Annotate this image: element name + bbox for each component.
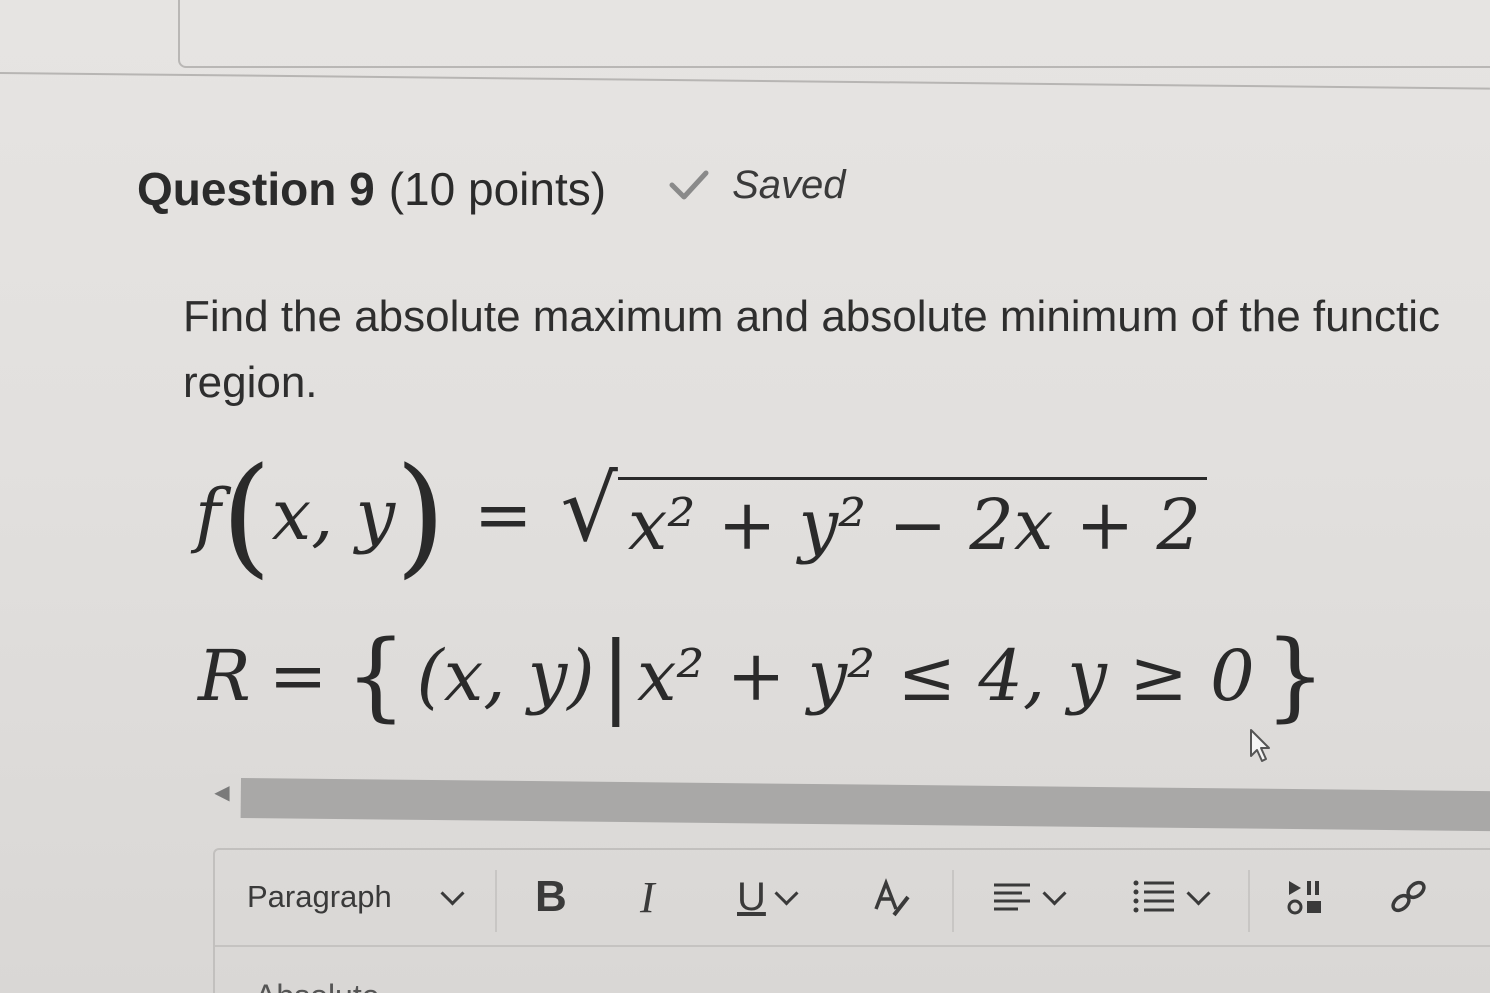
question-prompt: Find the absolute maximum and absolute m… [183,284,1490,416]
toolbar-separator [1248,870,1250,932]
font-color-icon [874,878,910,917]
bold-button[interactable]: B [535,872,567,922]
saved-status: Saved [666,163,845,208]
quiz-page: Question 9 (10 points) Saved Find the ab… [0,0,1490,993]
prompt-line-1: Find the absolute maximum and absolute m… [183,292,1441,341]
chevron-down-icon [1042,880,1067,906]
link-button[interactable] [1385,872,1433,922]
open-paren: ( [220,439,272,591]
function-equation: f ( x, y ) = √ x² + y² − 2x + 2 [195,439,1208,591]
close-brace: } [1264,620,1326,732]
region-definition: R = { (x, y) | x² + y² ≤ 4, y ≥ 0 } [198,628,1326,724]
region-point: (x, y) [416,635,595,717]
close-paren: ) [395,439,446,591]
checkmark-icon [669,170,709,200]
prompt-line-2: region. [183,358,318,407]
question-title: Question 9 [137,163,375,215]
chevron-down-icon [774,880,799,906]
scroll-left-arrow-icon[interactable]: ◀ [205,774,239,810]
list-icon [1133,880,1174,913]
region-name: R [198,635,251,717]
mouse-cursor-icon [1250,729,1270,762]
function-name: f [195,474,221,556]
scrollbar-thumb[interactable] [240,778,1490,832]
question-points: (10 points) [388,163,607,215]
equals-sign: = [473,474,533,556]
italic-button[interactable]: I [640,872,655,922]
media-icon [1287,881,1321,915]
media-button[interactable] [1285,872,1329,922]
rich-text-editor[interactable]: Paragraph B I U [213,848,1490,993]
previous-answer-box [178,0,1490,68]
link-icon [1391,880,1426,913]
chevron-down-icon [1186,880,1211,906]
paragraph-label: Paragraph [247,879,392,914]
function-args: x, y [271,474,396,556]
chevron-down-icon [440,880,465,906]
list-button[interactable] [1130,872,1211,922]
editor-content[interactable]: Absolute... [255,978,406,993]
toolbar-separator [495,870,497,932]
open-brace: { [345,620,407,732]
font-color-button[interactable] [870,872,914,922]
editor-toolbar: Paragraph B I U [215,850,1490,947]
underline-button[interactable]: U [737,872,799,922]
region-equals: = [268,635,328,717]
saved-label: Saved [732,162,846,207]
radicand: x² + y² − 2x + 2 [617,476,1208,566]
horizontal-scrollbar[interactable]: ◀ [205,774,1490,832]
question-divider [0,72,1490,90]
toolbar-separator [952,870,954,932]
align-button[interactable] [990,872,1067,922]
region-condition: x² + y² ≤ 4, y ≥ 0 [636,635,1255,717]
square-root: √ x² + y² − 2x + 2 [560,456,1208,566]
align-icon [994,883,1030,911]
underline-label: U [737,874,766,919]
question-header: Question 9 (10 points) Saved [137,162,845,216]
paragraph-format-dropdown[interactable]: Paragraph [247,872,465,922]
radical-sign: √ [560,456,618,562]
such-that-bar: | [600,623,631,728]
